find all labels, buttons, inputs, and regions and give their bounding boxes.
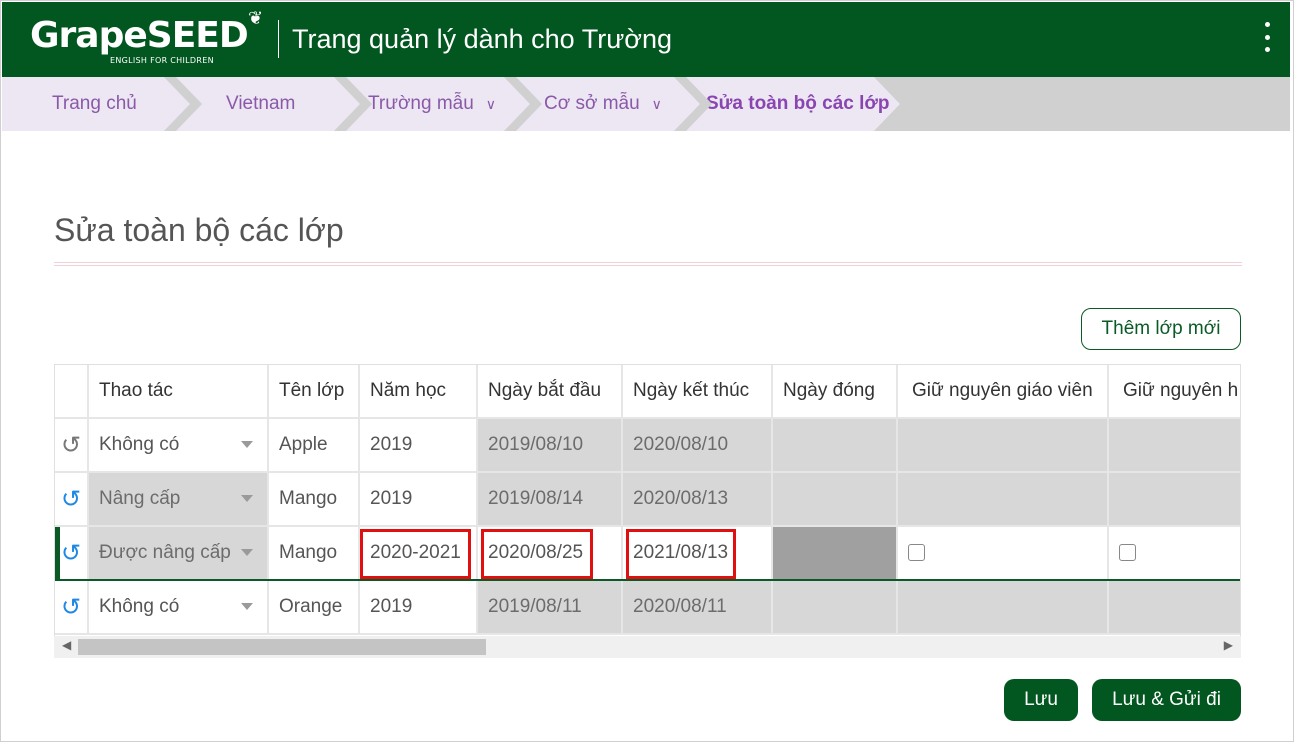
breadcrumb-label: Trường mẫu [368,93,474,114]
column-header[interactable]: Năm học [360,365,478,419]
scroll-left-icon[interactable]: ◀ [62,638,71,652]
undo-cell: ↺ [55,473,89,527]
chevron-down-icon[interactable]: ∨ [652,96,662,113]
column-header[interactable]: Tên lớp [269,365,360,419]
class-name-cell: Mango [269,473,360,527]
undo-icon[interactable]: ↺ [55,593,81,621]
table-row-selected: ↺ Được nâng cấp Mango 2020-2021 2020/08/… [55,527,1240,581]
keep-student-checkbox[interactable] [1119,543,1136,561]
action-value: Được nâng cấp [99,542,231,563]
keep-student-cell [1109,581,1240,635]
action-value: Nâng cấp [99,488,181,509]
dropdown-arrow-icon [241,441,253,448]
school-year-cell[interactable]: 2019 [360,581,478,635]
start-date-cell[interactable]: 2020/08/25 [478,527,623,581]
action-select[interactable]: Nâng cấp [89,473,269,527]
undo-cell: ↺ [55,581,89,635]
breadcrumb-school[interactable]: Trường mẫu ∨ [346,77,530,131]
school-year-cell[interactable]: 2019 [360,473,478,527]
start-date-cell: 2019/08/10 [478,419,623,473]
table-header-row: Thao tác Tên lớp Năm học Ngày bắt đầu Ng… [55,365,1240,419]
column-header[interactable]: Ngày kết thúc [623,365,773,419]
school-year-cell[interactable]: 2020-2021 [360,527,478,581]
dropdown-arrow-icon [241,495,253,502]
dropdown-arrow-icon [241,603,253,610]
logo-wordmark: GrapeSEED [30,15,249,56]
action-value: Không có [99,596,180,617]
action-value: Không có [99,434,180,455]
breadcrumb: Trang chủ Vietnam Trường mẫu ∨ Cơ sở mẫu… [2,77,1290,131]
undo-cell: ↺ [55,527,89,581]
row-selection-bar [55,527,60,581]
page-title: Sửa toàn bộ các lớp [54,212,344,248]
action-select[interactable]: Được nâng cấp [89,527,269,581]
action-select[interactable]: Không có [89,581,269,635]
horizontal-scrollbar[interactable]: ◀ ▶ [54,636,1241,658]
save-and-send-button[interactable]: Lưu & Gửi đi [1092,679,1241,721]
scrollbar-thumb[interactable] [78,639,486,655]
school-year-cell[interactable]: 2019 [360,419,478,473]
end-date-cell: 2020/08/13 [623,473,773,527]
header-undo [55,365,89,419]
table-row: ↺ Không có Orange 2019 2019/08/11 2020/0… [55,581,1240,635]
breadcrumb-country[interactable]: Vietnam [176,77,360,131]
keep-teacher-cell [898,419,1109,473]
end-date-cell: 2020/08/10 [623,419,773,473]
start-date-cell: 2019/08/14 [478,473,623,527]
header-divider [278,20,279,58]
title-divider [54,262,1242,266]
breadcrumb-current: Sửa toàn bộ các lớp [686,77,900,131]
keep-teacher-checkbox[interactable] [908,543,925,561]
breadcrumb-home[interactable]: Trang chủ [2,77,190,131]
class-name-cell: Orange [269,581,360,635]
class-name-cell: Apple [269,419,360,473]
keep-student-cell [1109,419,1240,473]
keep-teacher-cell [898,527,1109,581]
undo-icon[interactable]: ↺ [55,485,81,513]
table-row: ↺ Không có Apple 2019 2019/08/10 2020/08… [55,419,1240,473]
classes-table: Thao tác Tên lớp Năm học Ngày bắt đầu Ng… [54,364,1241,658]
action-select[interactable]: Không có [89,419,269,473]
column-header[interactable]: Ngày bắt đầu [478,365,623,419]
add-class-button[interactable]: Thêm lớp mới [1081,308,1241,350]
chevron-down-icon[interactable]: ∨ [486,96,496,113]
start-date-cell: 2019/08/11 [478,581,623,635]
column-header[interactable]: Giữ nguyên h [1109,365,1240,419]
keep-teacher-cell [898,473,1109,527]
dropdown-arrow-icon [241,549,253,556]
breadcrumb-label: Trang chủ [52,93,137,114]
table-row: ↺ Nâng cấp Mango 2019 2019/08/14 2020/08… [55,473,1240,527]
close-date-cell [773,419,898,473]
column-header[interactable]: Thao tác [89,365,269,419]
grapeseed-logo[interactable]: GrapeSEED ❦ ENGLISH FOR CHILDREN [30,8,270,70]
end-date-cell: 2020/08/11 [623,581,773,635]
breadcrumb-label: Sửa toàn bộ các lớp [706,93,890,114]
save-button[interactable]: Lưu [1004,679,1078,721]
scroll-right-icon[interactable]: ▶ [1224,638,1233,652]
close-date-cell [773,527,898,581]
close-date-cell [773,473,898,527]
close-date-cell [773,581,898,635]
keep-student-cell [1109,527,1240,581]
keep-teacher-cell [898,581,1109,635]
column-header[interactable]: Giữ nguyên giáo viên [898,365,1109,419]
leaf-icon: ❦ [248,8,264,28]
top-bar: GrapeSEED ❦ ENGLISH FOR CHILDREN Trang q… [2,2,1290,77]
undo-icon[interactable]: ↺ [55,431,81,459]
keep-student-cell [1109,473,1240,527]
end-date-cell[interactable]: 2021/08/13 [623,527,773,581]
logo-tagline: ENGLISH FOR CHILDREN [110,56,214,65]
more-menu-icon[interactable] [1260,22,1274,52]
undo-cell: ↺ [55,419,89,473]
breadcrumb-label: Vietnam [226,93,296,114]
breadcrumb-label: Cơ sở mẫu [544,93,640,114]
column-header[interactable]: Ngày đóng [773,365,898,419]
app-title: Trang quản lý dành cho Trường [292,24,673,54]
class-name-cell: Mango [269,527,360,581]
breadcrumb-campus[interactable]: Cơ sở mẫu ∨ [516,77,700,131]
